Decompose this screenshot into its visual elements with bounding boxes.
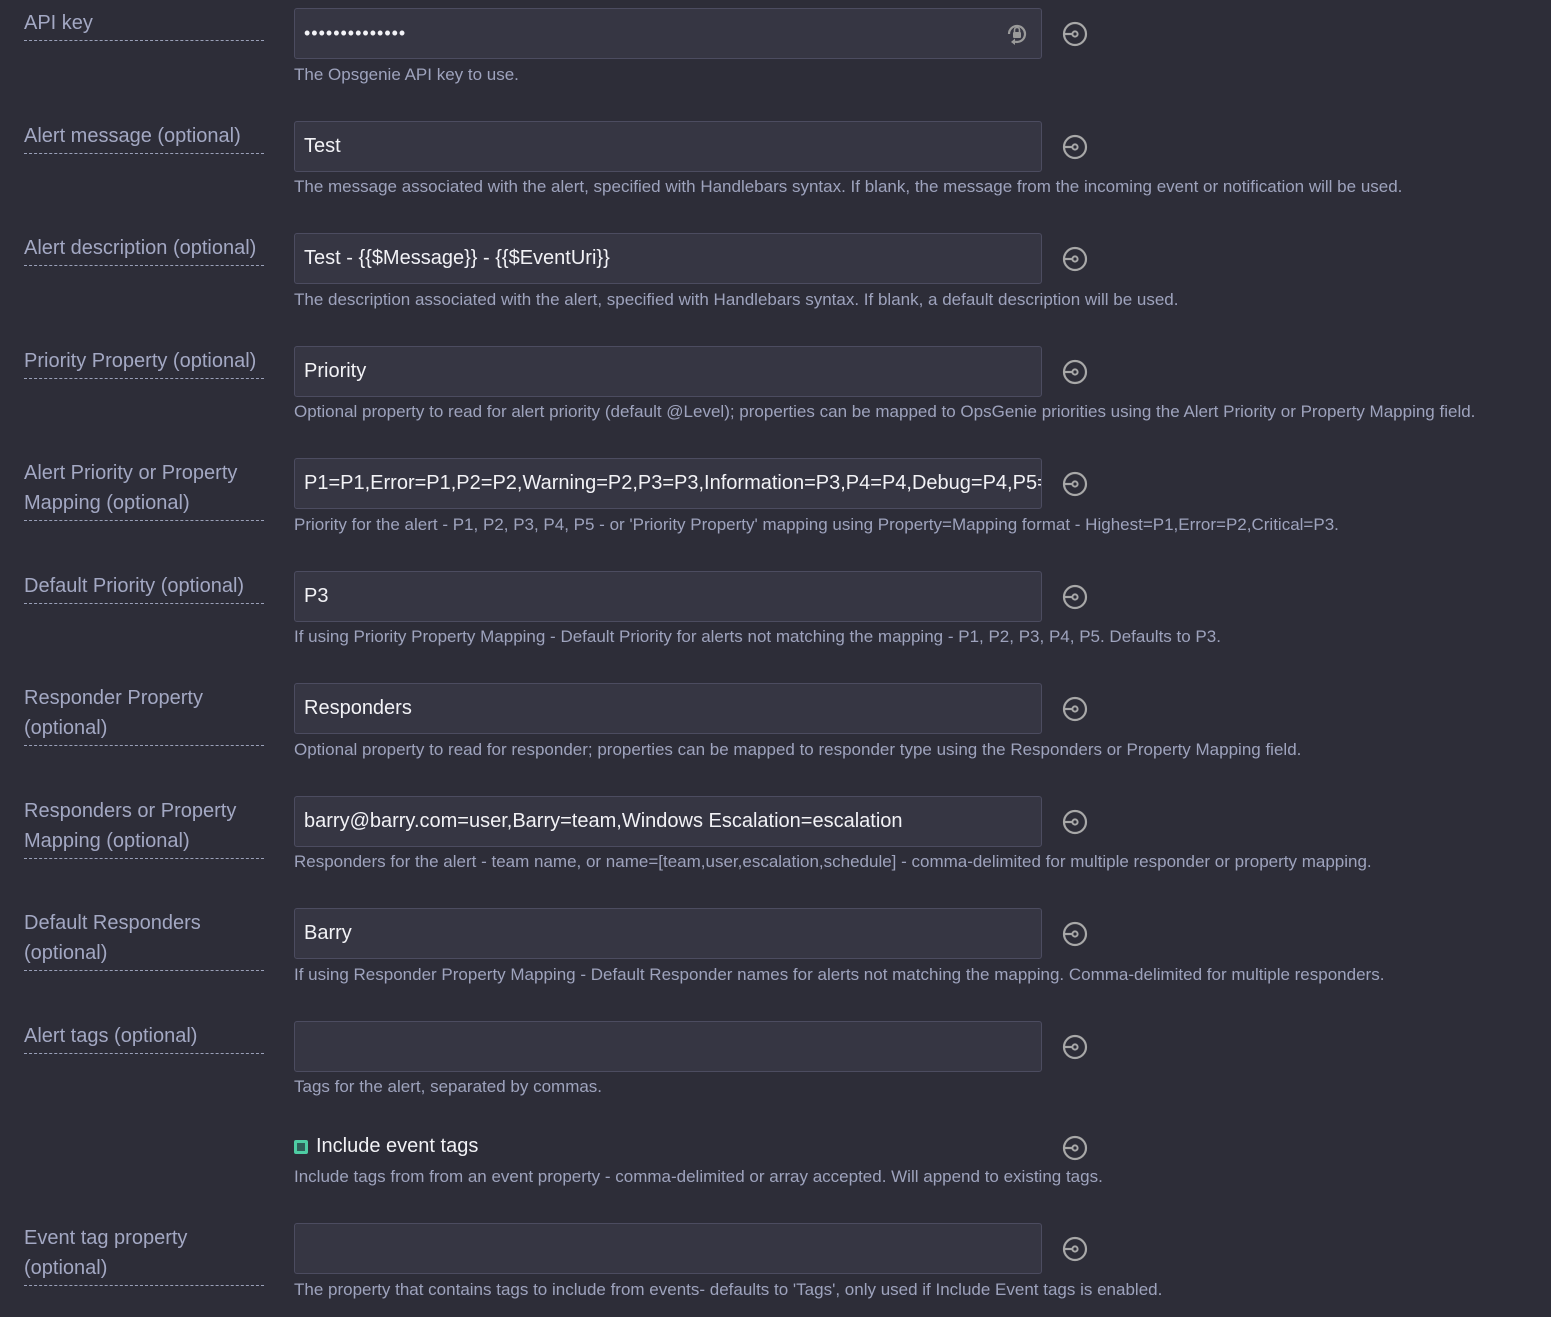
include-event-tags-help: Include tags from from an event property… (294, 1167, 1103, 1186)
include-event-tags-label: Include event tags (316, 1135, 479, 1157)
alert-description-help: The description associated with the aler… (294, 290, 1179, 309)
responder-property-input[interactable]: Responders (294, 683, 1042, 734)
bind-variable-icon[interactable] (1062, 359, 1088, 385)
alert-description-input[interactable]: Test - {{$Message}} - {{$EventUri}} (294, 233, 1042, 284)
bind-variable-icon[interactable] (1062, 1236, 1088, 1262)
default-priority-input[interactable]: P3 (294, 571, 1042, 622)
alert-message-input[interactable]: Test (294, 121, 1042, 172)
priority-property-input[interactable]: Priority (294, 346, 1042, 397)
bind-variable-icon[interactable] (1062, 1034, 1088, 1060)
event-tag-property-help: The property that contains tags to inclu… (294, 1280, 1163, 1299)
bind-variable-icon[interactable] (1062, 471, 1088, 497)
bind-variable-icon[interactable] (1062, 1135, 1088, 1161)
alert-description-label: Alert description (optional) (24, 233, 264, 266)
bind-variable-icon[interactable] (1062, 134, 1088, 160)
responders-mapping-help: Responders for the alert - team name, or… (294, 852, 1372, 871)
responder-property-help: Optional property to read for responder;… (294, 740, 1302, 759)
default-priority-label: Default Priority (optional) (24, 571, 264, 604)
alert-priority-mapping-help: Priority for the alert - P1, P2, P3, P4,… (294, 515, 1339, 534)
include-event-tags-checkbox[interactable]: Include event tags (294, 1135, 478, 1158)
bind-variable-icon[interactable] (1062, 696, 1088, 722)
bind-variable-icon[interactable] (1062, 21, 1088, 47)
reveal-password-icon[interactable] (1003, 20, 1031, 48)
alert-message-help: The message associated with the alert, s… (294, 177, 1403, 196)
event-tag-property-label: Event tag property (optional) (24, 1223, 264, 1286)
alert-priority-mapping-label: Alert Priority or Property Mapping (opti… (24, 458, 264, 521)
default-responders-help: If using Responder Property Mapping - De… (294, 965, 1385, 984)
alert-priority-mapping-input[interactable]: P1=P1,Error=P1,P2=P2,Warning=P2,P3=P3,In… (294, 458, 1042, 509)
responders-mapping-input[interactable]: barry@barry.com=user,Barry=team,Windows … (294, 796, 1042, 847)
priority-property-help: Optional property to read for alert prio… (294, 402, 1476, 421)
api-key-help: The Opsgenie API key to use. (294, 65, 519, 84)
alert-tags-input[interactable] (294, 1021, 1042, 1072)
checkbox-checked-icon[interactable] (294, 1139, 308, 1154)
default-priority-help: If using Priority Property Mapping - Def… (294, 627, 1221, 646)
default-responders-input[interactable]: Barry (294, 908, 1042, 959)
priority-property-label: Priority Property (optional) (24, 346, 264, 379)
bind-variable-icon[interactable] (1062, 584, 1088, 610)
api-key-input[interactable]: •••••••••••••• (294, 8, 1042, 59)
alert-tags-help: Tags for the alert, separated by commas. (294, 1077, 603, 1096)
bind-variable-icon[interactable] (1062, 246, 1088, 272)
responders-mapping-label: Responders or Property Mapping (optional… (24, 796, 264, 859)
event-tag-property-input[interactable] (294, 1223, 1042, 1274)
alert-message-label: Alert message (optional) (24, 121, 264, 154)
api-key-label: API key (24, 8, 264, 41)
default-responders-label: Default Responders (optional) (24, 908, 264, 971)
bind-variable-icon[interactable] (1062, 809, 1088, 835)
bind-variable-icon[interactable] (1062, 921, 1088, 947)
alert-tags-label: Alert tags (optional) (24, 1021, 264, 1054)
responder-property-label: Responder Property (optional) (24, 683, 264, 746)
